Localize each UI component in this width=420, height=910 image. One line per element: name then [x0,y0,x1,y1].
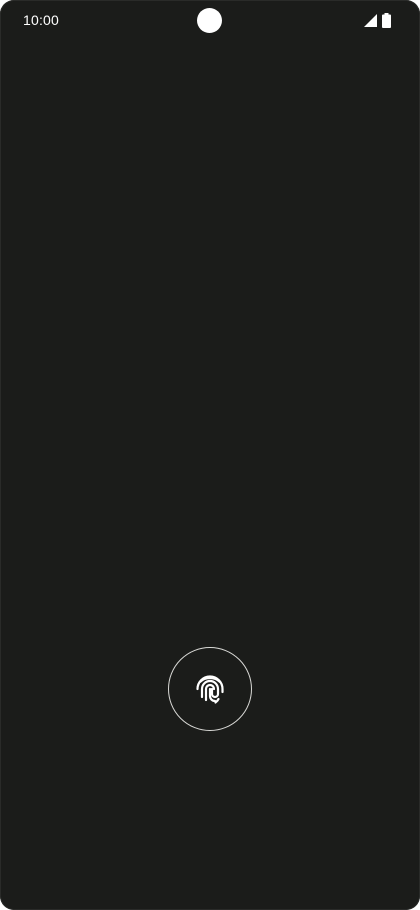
fingerprint-icon [196,675,224,704]
battery-icon [382,13,391,28]
signal-icon [364,14,377,27]
fingerprint-unlock-button[interactable] [168,647,252,731]
camera-cutout [197,8,222,33]
status-bar: 10:00 [0,0,420,42]
phone-screen: 10:00 [0,0,420,910]
status-time: 10:00 [23,12,60,28]
